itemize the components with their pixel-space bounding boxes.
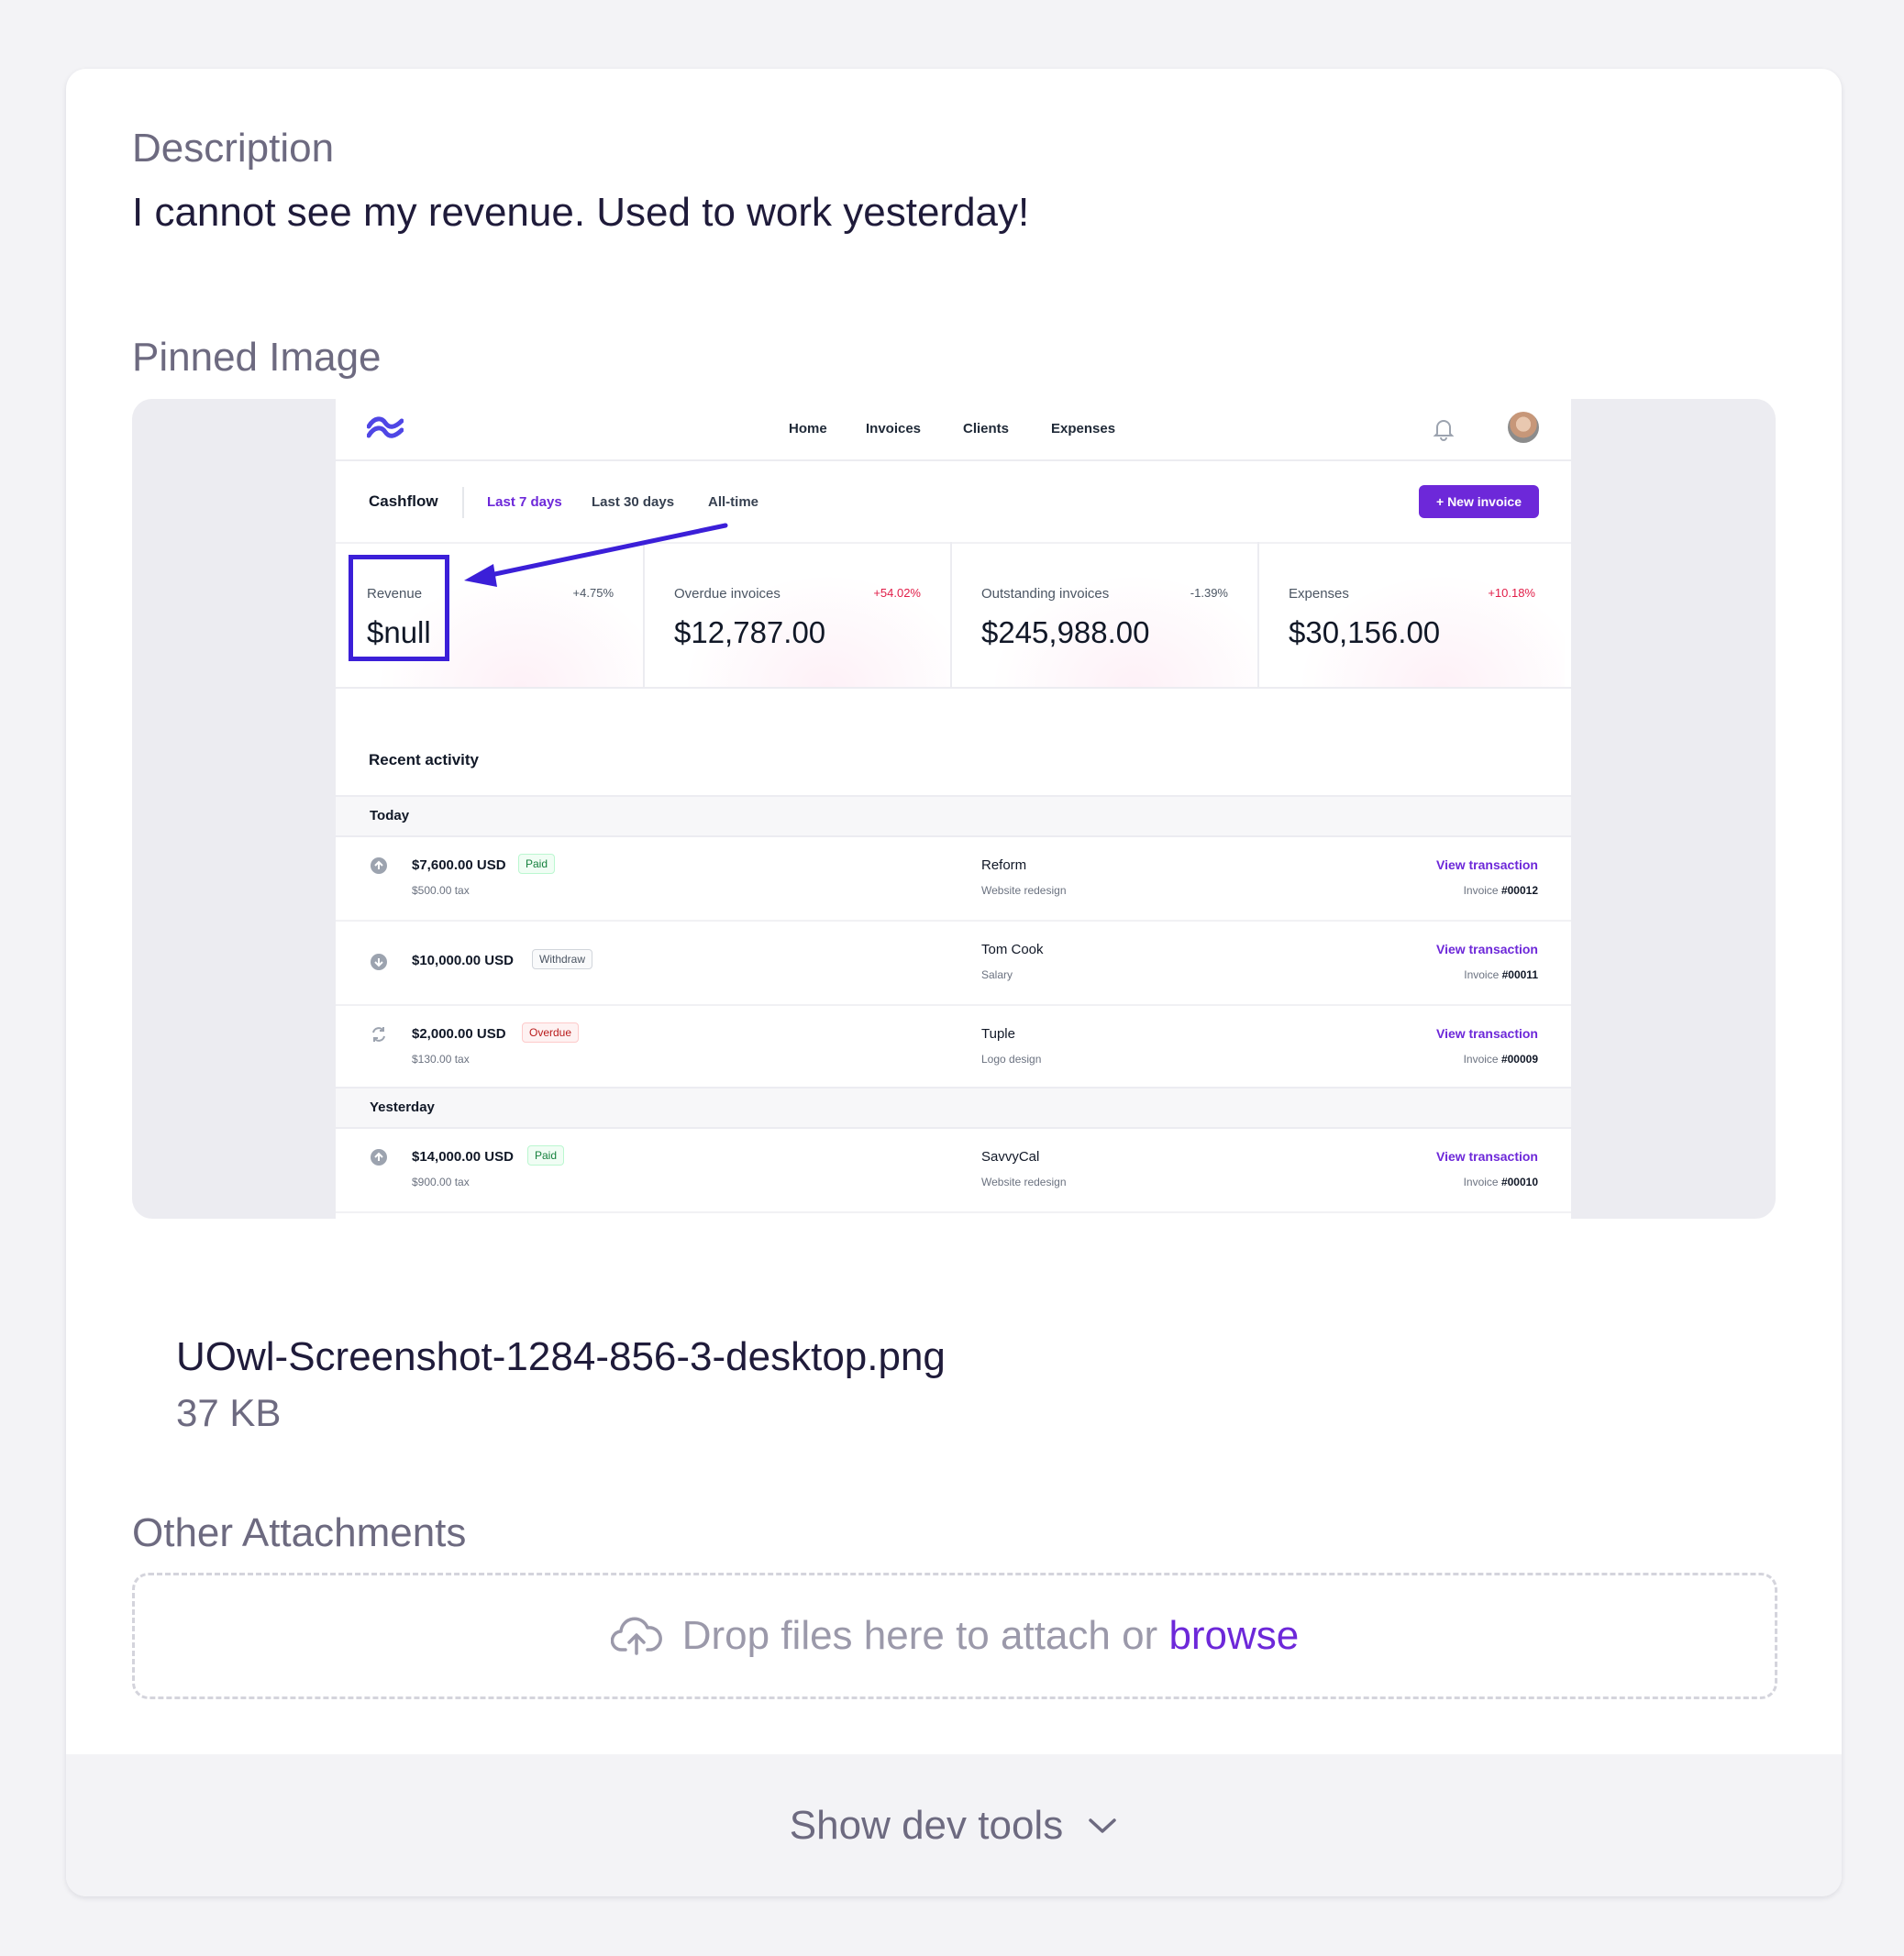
tax: $500.00 tax [412,884,470,897]
pinned-image-frame[interactable]: Home Invoices Clients Expenses Cashflow … [132,399,1776,1219]
refresh-icon [372,1027,385,1042]
dropzone-text: Drop files here to attach or browse [682,1613,1300,1659]
tax: $130.00 tax [412,1053,470,1066]
client-description: Website redesign [981,884,1067,897]
day-label: Yesterday [370,1100,435,1115]
status-badge: Paid [527,1145,565,1166]
annotation-arrow-icon [464,523,728,587]
dropzone-content: Drop files here to attach or browse [135,1575,1775,1696]
amount: $10,000.00 USD [412,953,514,968]
view-transaction-link: View transaction [1435,1026,1538,1041]
arrow-up-circle-icon [371,1149,387,1166]
day-header-today: Today [336,795,1571,837]
browse-link[interactable]: browse [1168,1613,1299,1658]
arrow-up-circle-icon [371,857,387,874]
invoice-number: Invoice #00010 [1464,1176,1538,1188]
recent-activity-title: Recent activity [369,751,479,768]
client-description: Website redesign [981,1176,1067,1188]
amount: $14,000.00 USD [412,1149,514,1165]
invoice-id: #00011 [1501,968,1538,981]
client-description: Salary [981,968,1013,981]
amount: $2,000.00 USD [412,1026,506,1042]
invoice-number: Invoice #00009 [1464,1053,1538,1066]
table-row: $14,000.00 USD Paid $900.00 tax SavvyCal… [336,1127,1571,1213]
description-label: Description [132,126,335,171]
client-description: Logo design [981,1053,1042,1066]
issue-detail-card: Description I cannot see my revenue. Use… [66,69,1842,1896]
arrow-down-circle-icon [371,954,387,970]
status-badge: Overdue [522,1022,580,1043]
day-header-yesterday: Yesterday [336,1087,1571,1129]
invoice-number: Invoice #00011 [1464,968,1538,981]
show-dev-tools-toggle[interactable]: Show dev tools [66,1754,1842,1896]
table-row: $10,000.00 USD Withdraw Tom Cook Salary … [336,920,1571,1006]
pinned-file-name[interactable]: UOwl-Screenshot-1284-856-3-desktop.png [176,1334,946,1380]
day-label: Today [370,808,410,823]
invoice-prefix: Invoice [1463,1053,1499,1066]
table-row: $2,000.00 USD Overdue $130.00 tax Tuple … [336,1004,1571,1089]
table-row: $7,600.00 USD Paid $500.00 tax Reform We… [336,835,1571,922]
invoice-prefix: Invoice [1464,968,1500,981]
dropzone-prompt: Drop files here to attach or [681,1613,1158,1658]
show-dev-tools-label: Show dev tools [789,1802,1064,1848]
invoice-number: Invoice #00012 [1464,884,1538,897]
invoice-id: #00010 [1500,1176,1538,1188]
pinned-image-label: Pinned Image [132,335,382,380]
invoice-prefix: Invoice [1463,884,1499,897]
invoice-id: #00009 [1500,1053,1538,1066]
chevron-down-icon [1089,1818,1116,1833]
invoice-id: #00012 [1500,884,1538,897]
client-name: Tom Cook [981,942,1044,957]
cloud-upload-icon [610,1617,662,1655]
client-name: SavvyCal [981,1149,1040,1165]
status-badge: Paid [518,854,556,874]
amount: $7,600.00 USD [412,857,506,873]
pinned-screenshot: Home Invoices Clients Expenses Cashflow … [336,399,1571,1219]
description-text: I cannot see my revenue. Used to work ye… [132,190,1030,235]
client-name: Tuple [981,1026,1015,1042]
view-transaction-link: View transaction [1435,857,1538,872]
status-badge: Withdraw [532,949,593,969]
pinned-file-size: 37 KB [176,1391,282,1434]
invoice-prefix: Invoice [1463,1176,1499,1188]
attachment-dropzone[interactable]: Drop files here to attach or browse [132,1573,1777,1699]
client-name: Reform [981,857,1027,873]
other-attachments-label: Other Attachments [132,1510,467,1555]
tax: $900.00 tax [412,1176,470,1188]
view-transaction-link: View transaction [1435,1149,1538,1164]
view-transaction-link: View transaction [1435,942,1538,956]
